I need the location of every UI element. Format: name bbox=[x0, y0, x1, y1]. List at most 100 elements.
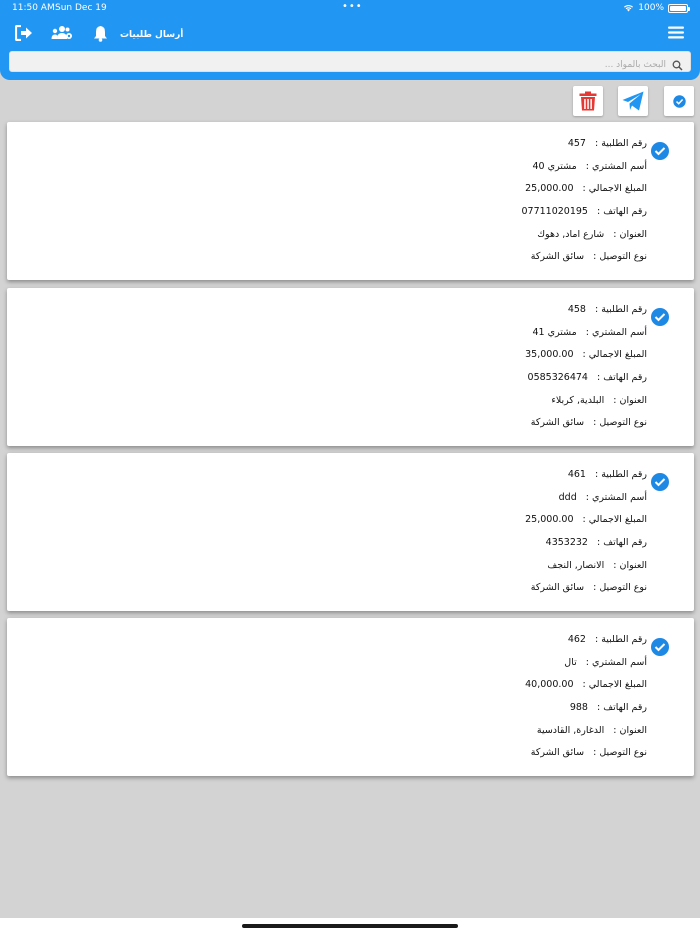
status-time: 11:50 AM bbox=[12, 3, 55, 13]
order-number-label: رقم الطلبية bbox=[601, 634, 647, 645]
notifications-bell-icon[interactable] bbox=[93, 25, 108, 42]
delivery-label: نوع التوصيل bbox=[599, 417, 647, 428]
search-icon bbox=[672, 56, 683, 75]
amount-label: المبلغ الاجمالي bbox=[588, 349, 647, 360]
address-label: العنوان bbox=[619, 229, 647, 240]
amount-row: المبلغ الاجمالي : 40,000.00 bbox=[525, 679, 647, 690]
customer-label: أسم المشتري bbox=[592, 657, 647, 668]
order-card[interactable]: رقم الطلبية : 458 أسم المشتري : مشتري 41… bbox=[7, 288, 694, 446]
battery-icon bbox=[668, 3, 690, 13]
address-label: العنوان bbox=[619, 725, 647, 736]
amount-value: 40,000.00 bbox=[525, 679, 574, 690]
phone-label: رقم الهاتف bbox=[603, 702, 647, 713]
order-number-label: رقم الطلبية bbox=[601, 138, 647, 149]
phone-value: 988 bbox=[569, 702, 588, 713]
phone-label: رقم الهاتف bbox=[603, 537, 647, 548]
battery-percent: 100% bbox=[638, 3, 664, 13]
phone-value: 0585326474 bbox=[527, 372, 588, 383]
order-number-row: رقم الطلبية : 457 bbox=[567, 138, 647, 149]
selected-check-icon[interactable] bbox=[651, 142, 669, 160]
search-input[interactable] bbox=[10, 55, 690, 75]
delivery-value: سائق الشركة bbox=[530, 747, 585, 758]
selected-check-icon[interactable] bbox=[651, 473, 669, 491]
customer-value: مشتري 41 bbox=[532, 327, 577, 338]
multitasking-dots-icon[interactable]: ••• bbox=[342, 1, 363, 12]
trash-icon bbox=[579, 91, 597, 111]
status-right: 100% bbox=[623, 3, 690, 13]
amount-value: 35,000.00 bbox=[525, 349, 574, 360]
customer-row: أسم المشتري : مشتري 41 bbox=[532, 327, 647, 338]
delivery-row: نوع التوصيل : سائق الشركة bbox=[530, 582, 647, 593]
delivery-label: نوع التوصيل bbox=[599, 747, 647, 758]
amount-label: المبلغ الاجمالي bbox=[588, 514, 647, 525]
delivery-row: نوع التوصيل : سائق الشركة bbox=[530, 747, 647, 758]
phone-row: رقم الهاتف : 4353232 bbox=[545, 537, 647, 548]
customer-value: ddd bbox=[558, 492, 577, 503]
amount-value: 25,000.00 bbox=[525, 183, 574, 194]
customer-row: أسم المشتري : تال bbox=[564, 657, 647, 668]
delivery-label: نوع التوصيل bbox=[599, 582, 647, 593]
order-number-row: رقم الطلبية : 461 bbox=[567, 469, 647, 480]
address-value: شارع اماد, دهوك bbox=[537, 229, 605, 240]
delivery-label: نوع التوصيل bbox=[599, 251, 647, 262]
logout-icon[interactable] bbox=[15, 25, 33, 41]
customer-label: أسم المشتري bbox=[592, 492, 647, 503]
amount-label: المبلغ الاجمالي bbox=[588, 183, 647, 194]
amount-row: المبلغ الاجمالي : 35,000.00 bbox=[525, 349, 647, 360]
menu-icon[interactable] bbox=[668, 26, 684, 39]
search-bar bbox=[9, 51, 691, 75]
address-row: العنوان : البلدية, كربلاء bbox=[551, 395, 647, 406]
paper-plane-icon bbox=[622, 91, 644, 111]
amount-label: المبلغ الاجمالي bbox=[588, 679, 647, 690]
select-all-button[interactable] bbox=[664, 86, 694, 116]
customer-row: أسم المشتري : ddd bbox=[558, 492, 647, 503]
customer-value: مشتري 40 bbox=[532, 161, 577, 172]
amount-value: 25,000.00 bbox=[525, 514, 574, 525]
app-header: 11:50 AM Sun Dec 19 ••• 100% أرسال طلبيا… bbox=[0, 0, 700, 80]
order-card[interactable]: رقم الطلبية : 461 أسم المشتري : ddd المب… bbox=[7, 453, 694, 611]
phone-row: رقم الهاتف : 07711020195 bbox=[521, 206, 647, 217]
customer-label: أسم المشتري bbox=[592, 327, 647, 338]
selected-check-icon[interactable] bbox=[651, 308, 669, 326]
status-date: Sun Dec 19 bbox=[55, 3, 107, 13]
phone-label: رقم الهاتف bbox=[603, 372, 647, 383]
order-number-value: 462 bbox=[567, 634, 586, 645]
delivery-row: نوع التوصيل : سائق الشركة bbox=[530, 417, 647, 428]
status-bar: 11:50 AM Sun Dec 19 ••• 100% bbox=[0, 0, 700, 16]
amount-row: المبلغ الاجمالي : 25,000.00 bbox=[525, 183, 647, 194]
order-card[interactable]: رقم الطلبية : 457 أسم المشتري : مشتري 40… bbox=[7, 122, 694, 280]
home-indicator[interactable] bbox=[242, 924, 458, 928]
delivery-value: سائق الشركة bbox=[530, 417, 585, 428]
delete-button[interactable] bbox=[573, 86, 603, 116]
phone-value: 07711020195 bbox=[521, 206, 588, 217]
check-circle-icon bbox=[672, 94, 686, 108]
wifi-icon bbox=[624, 4, 634, 12]
address-value: الانصار, النجف bbox=[547, 560, 605, 571]
order-number-row: رقم الطلبية : 462 bbox=[567, 634, 647, 645]
order-card[interactable]: رقم الطلبية : 462 أسم المشتري : تال المب… bbox=[7, 618, 694, 776]
phone-row: رقم الهاتف : 988 bbox=[569, 702, 647, 713]
delivery-value: سائق الشركة bbox=[530, 582, 585, 593]
address-row: العنوان : شارع اماد, دهوك bbox=[537, 229, 647, 240]
amount-row: المبلغ الاجمالي : 25,000.00 bbox=[525, 514, 647, 525]
send-button[interactable] bbox=[618, 86, 648, 116]
customer-row: أسم المشتري : مشتري 40 bbox=[532, 161, 647, 172]
phone-label: رقم الهاتف bbox=[603, 206, 647, 217]
phone-row: رقم الهاتف : 0585326474 bbox=[527, 372, 647, 383]
order-number-label: رقم الطلبية bbox=[601, 304, 647, 315]
address-row: العنوان : الانصار, النجف bbox=[547, 560, 647, 571]
address-label: العنوان bbox=[619, 560, 647, 571]
customer-value: تال bbox=[564, 657, 577, 668]
delivery-row: نوع التوصيل : سائق الشركة bbox=[530, 251, 647, 262]
order-number-label: رقم الطلبية bbox=[601, 469, 647, 480]
phone-value: 4353232 bbox=[545, 537, 588, 548]
users-settings-icon[interactable] bbox=[51, 25, 73, 41]
address-value: البلدية, كربلاء bbox=[551, 395, 605, 406]
send-orders-button[interactable]: أرسال طلبيات bbox=[120, 30, 183, 40]
selected-check-icon[interactable] bbox=[651, 638, 669, 656]
order-number-value: 457 bbox=[567, 138, 586, 149]
address-label: العنوان bbox=[619, 395, 647, 406]
customer-label: أسم المشتري bbox=[592, 161, 647, 172]
address-row: العنوان : الدغارة, القادسية bbox=[536, 725, 647, 736]
order-number-value: 461 bbox=[567, 469, 586, 480]
